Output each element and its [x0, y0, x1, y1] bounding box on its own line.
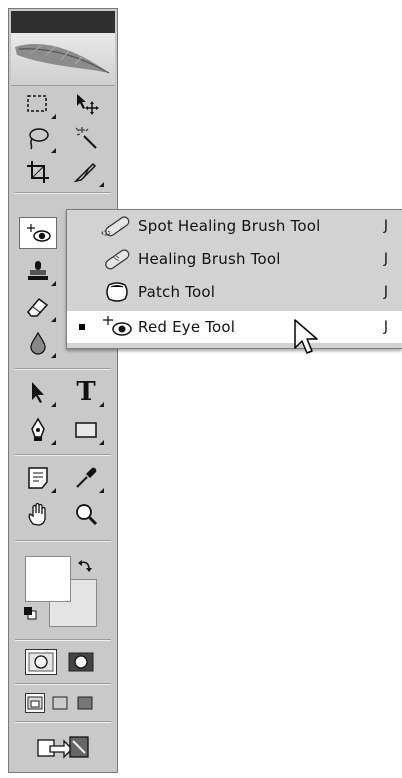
quick-mask-icon — [68, 652, 94, 672]
eraser-tool[interactable] — [19, 291, 57, 323]
blur-drop-icon — [30, 331, 46, 355]
spot-healing-brush-icon — [99, 212, 135, 240]
lasso-icon — [29, 128, 49, 150]
standard-screen-mode-button[interactable] — [25, 693, 45, 713]
pen-icon — [31, 417, 45, 441]
more-tools-indicator — [99, 488, 104, 493]
red-eye-tool[interactable] — [19, 217, 57, 249]
zoom-icon — [76, 504, 98, 526]
magic-wand-tool[interactable] — [67, 122, 105, 154]
more-tools-indicator — [99, 402, 104, 407]
eyedropper-icon — [76, 467, 97, 488]
pen-tool[interactable] — [19, 414, 57, 446]
toolbox-separator — [15, 368, 111, 370]
toolbox-separator — [15, 192, 111, 194]
move-tool[interactable] — [67, 88, 105, 120]
more-tools-indicator — [51, 317, 56, 322]
menu-item-patch[interactable]: Patch Tool J — [67, 276, 402, 308]
selection-marker — [79, 223, 85, 229]
healing-brush-icon — [99, 245, 135, 273]
menu-item-shortcut: J — [383, 251, 388, 267]
default-colors-button[interactable] — [23, 606, 37, 620]
more-tools-indicator — [99, 182, 104, 187]
zoom-tool[interactable] — [67, 499, 105, 531]
foreground-color-swatch[interactable] — [25, 556, 71, 602]
healing-tools-flyout-menu: Spot Healing Brush Tool J Healing Brush … — [66, 209, 402, 349]
more-tools-indicator — [51, 440, 56, 445]
feather-logo[interactable] — [11, 33, 115, 86]
more-tools-indicator — [51, 488, 56, 493]
imageready-jump-icon — [37, 736, 89, 759]
more-tools-indicator — [51, 148, 56, 153]
menu-item-label: Patch Tool — [138, 283, 216, 301]
standard-screen-icon — [27, 696, 43, 710]
rectangular-marquee-tool[interactable] — [19, 88, 57, 120]
slice-tool[interactable] — [67, 156, 105, 188]
default-colors-icon — [24, 607, 37, 620]
path-selection-icon — [32, 382, 44, 403]
swap-colors-button[interactable] — [77, 558, 93, 574]
more-tools-indicator — [51, 281, 56, 286]
selection-marker — [79, 289, 85, 295]
clone-stamp-tool[interactable] — [19, 255, 57, 287]
type-tool[interactable]: T — [67, 376, 105, 408]
patch-icon — [99, 278, 135, 306]
path-selection-tool[interactable] — [19, 376, 57, 408]
full-screen-mode-button[interactable] — [75, 693, 95, 713]
toolbox-separator — [15, 683, 111, 685]
eyedropper-tool[interactable] — [67, 462, 105, 494]
eraser-icon — [27, 297, 49, 317]
mouse-pointer-icon — [294, 319, 318, 354]
jump-to-imageready-button[interactable] — [33, 731, 93, 763]
red-eye-icon — [27, 224, 51, 242]
hand-tool[interactable] — [19, 499, 57, 531]
menu-item-label: Healing Brush Tool — [138, 250, 281, 268]
standard-mode-button[interactable] — [25, 649, 57, 675]
more-tools-indicator — [51, 402, 56, 407]
selection-marker — [79, 256, 85, 262]
toolbox-panel: T — [8, 8, 118, 773]
full-screen-icon — [77, 696, 93, 710]
toolbox-separator — [15, 540, 111, 542]
selected-tool-marker — [79, 324, 85, 330]
menu-item-shortcut: J — [383, 218, 388, 234]
menu-item-healing-brush[interactable]: Healing Brush Tool J — [67, 243, 402, 275]
toolbox-separator — [15, 721, 111, 723]
menu-item-red-eye[interactable]: Red Eye Tool J — [67, 311, 402, 343]
menu-item-shortcut: J — [383, 284, 388, 300]
more-tools-indicator — [51, 353, 56, 358]
menu-item-shortcut: J — [383, 319, 388, 335]
crop-icon — [27, 161, 49, 183]
toolbox-separator — [15, 454, 111, 456]
toolbox-titlebar[interactable] — [11, 11, 115, 33]
move-icon — [77, 94, 99, 115]
menu-item-label: Red Eye Tool — [138, 318, 236, 336]
red-eye-icon — [99, 313, 135, 341]
type-icon: T — [76, 377, 96, 407]
full-screen-menu-mode-button[interactable] — [50, 693, 70, 713]
quick-mask-mode-button[interactable] — [65, 649, 97, 675]
menu-item-spot-healing-brush[interactable]: Spot Healing Brush Tool J — [67, 210, 402, 242]
more-tools-indicator — [99, 440, 104, 445]
crop-tool[interactable] — [19, 156, 57, 188]
rectangular-marquee-icon — [27, 95, 47, 112]
hand-icon — [28, 502, 46, 526]
rectangle-shape-icon — [75, 422, 97, 438]
more-tools-indicator — [51, 114, 56, 119]
toolbox-separator — [15, 639, 111, 641]
standard-mode-icon — [28, 652, 54, 672]
magic-wand-icon — [75, 127, 97, 149]
menu-item-label: Spot Healing Brush Tool — [138, 217, 321, 235]
notes-icon — [28, 467, 48, 489]
lasso-tool[interactable] — [19, 122, 57, 154]
rectangle-shape-tool[interactable] — [67, 414, 105, 446]
slice-icon — [73, 162, 97, 183]
notes-tool[interactable] — [19, 462, 57, 494]
blur-tool[interactable] — [19, 327, 57, 359]
clone-stamp-icon — [28, 261, 48, 280]
full-screen-menu-icon — [52, 696, 68, 710]
swap-arrows-icon — [78, 560, 92, 572]
